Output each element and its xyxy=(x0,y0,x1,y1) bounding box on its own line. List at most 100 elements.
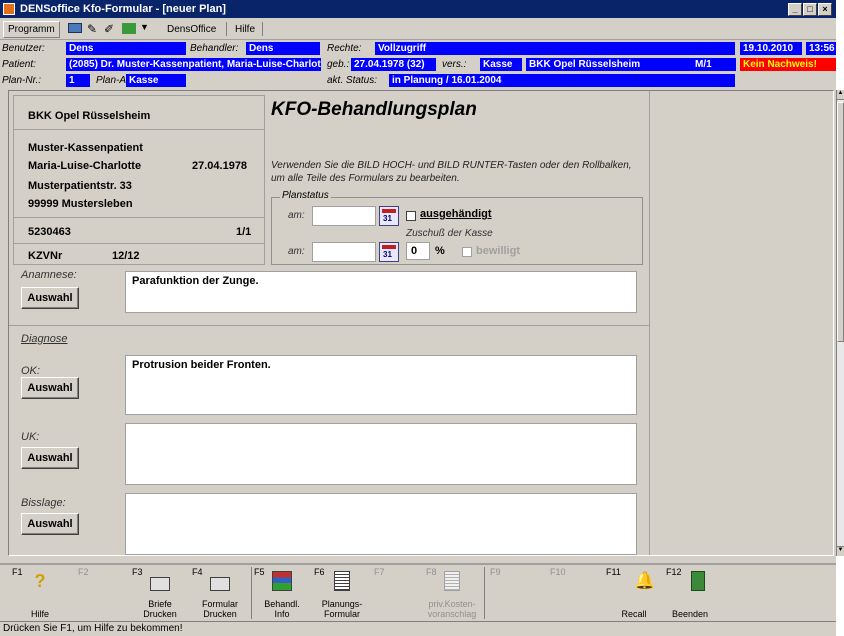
tools-icon[interactable]: ✎ xyxy=(87,22,97,36)
monitor-icon[interactable] xyxy=(68,23,82,33)
menu-densoffice[interactable]: DensOffice xyxy=(162,21,221,38)
f10-button[interactable]: F10 xyxy=(542,565,602,621)
scroll-up-arrow[interactable]: ▲ xyxy=(837,90,844,100)
bisslage-textarea[interactable] xyxy=(125,493,637,555)
edit-icon[interactable]: ✐ xyxy=(104,22,114,36)
bell-icon: 🔔 xyxy=(634,571,656,590)
behandler-value: Dens xyxy=(246,42,320,55)
close-button[interactable]: × xyxy=(818,3,832,16)
kasse-value: BKK Opel Rüsselsheim xyxy=(526,58,692,71)
vers-label: vers.: xyxy=(442,59,467,70)
fkey-separator xyxy=(484,567,485,619)
planstatus-label: Planstatus xyxy=(280,190,331,201)
f7-button[interactable]: F7 xyxy=(372,565,422,621)
exit-door-icon xyxy=(691,571,705,591)
benutzer-value: Dens xyxy=(66,42,186,55)
menu-programm[interactable]: Programm xyxy=(3,21,60,38)
f12-label: Beenden xyxy=(671,609,709,619)
card-city: 99999 Mustersleben xyxy=(28,198,133,210)
f5-behandl-info-button[interactable]: F5 Behandl. Info xyxy=(252,565,312,621)
right-pane-divider xyxy=(649,91,650,555)
ok-label: OK: xyxy=(21,365,40,377)
card-divider xyxy=(14,217,264,218)
card-nr: 5230463 xyxy=(28,226,71,238)
anamnese-auswahl-button[interactable]: Auswahl xyxy=(21,287,79,309)
benutzer-label: Benutzer: xyxy=(2,43,45,54)
bewilligt-checkbox[interactable] xyxy=(462,247,472,257)
document-icon xyxy=(444,571,460,591)
am1-date-input[interactable] xyxy=(312,206,376,226)
module-icon[interactable] xyxy=(122,23,136,34)
application-window: DENSoffice Kfo-Formular - [neuer Plan] _… xyxy=(0,0,836,636)
dropdown-arrow-icon[interactable]: ▼ xyxy=(140,22,149,32)
am2-label: am: xyxy=(288,246,305,257)
ausgehaendigt-checkbox[interactable] xyxy=(406,211,416,221)
behandler-label: Behandler: xyxy=(190,43,239,54)
scroll-thumb[interactable] xyxy=(837,102,844,342)
plan-hint: Verwenden Sie die BILD HOCH- und BILD RU… xyxy=(271,160,632,184)
bewilligt-label: bewilligt xyxy=(476,245,520,257)
zuschuss-percent-input[interactable]: 0 xyxy=(406,242,430,260)
form-area: BKK Opel Rüsselsheim Muster-Kassenpatien… xyxy=(8,90,834,556)
percent-sign: % xyxy=(435,245,445,257)
uk-auswahl-button[interactable]: Auswahl xyxy=(21,447,79,469)
geb-label: geb.: xyxy=(327,59,350,70)
info-row-1: Benutzer: Dens Behandler: Dens Rechte: V… xyxy=(0,42,836,56)
bisslage-auswahl-button[interactable]: Auswahl xyxy=(21,513,79,535)
f12-beenden-button[interactable]: F12 Beenden xyxy=(662,565,724,621)
f4-formular-drucken-button[interactable]: F4 Formular Drucken xyxy=(190,565,250,621)
f6-key: F6 xyxy=(314,567,325,577)
window-title: DENSoffice Kfo-Formular - [neuer Plan] xyxy=(20,3,226,15)
diagnose-label: Diagnose xyxy=(21,333,68,345)
plannr-label: Plan-Nr.: xyxy=(2,75,42,86)
info-row-3: Plan-Nr.: 1 Plan-Art: Kasse akt. Status:… xyxy=(0,74,836,88)
scroll-down-arrow[interactable]: ▼ xyxy=(837,546,844,556)
title-bar: DENSoffice Kfo-Formular - [neuer Plan] _… xyxy=(0,0,836,18)
mstatus-value: M/1 xyxy=(692,58,736,71)
zuschuss-label: Zuschuß der Kasse xyxy=(406,228,493,239)
card-divider xyxy=(14,243,264,244)
info-chart-icon xyxy=(272,571,292,591)
maximize-button[interactable]: □ xyxy=(803,3,817,16)
app-icon xyxy=(3,3,15,15)
anamnese-label: Anamnese: xyxy=(21,269,77,281)
f2-button[interactable]: F2 xyxy=(70,565,130,621)
info-row-2: Patient: (2085) Dr. Muster-Kassenpatient… xyxy=(0,58,836,72)
minimize-button[interactable]: _ xyxy=(788,3,802,16)
printer-icon xyxy=(150,577,170,591)
card-kzv-label: KZVNr xyxy=(28,250,63,262)
ok-auswahl-button[interactable]: Auswahl xyxy=(21,377,79,399)
f4-label: Formular Drucken xyxy=(201,599,238,619)
printer-icon xyxy=(210,577,230,591)
calendar-icon[interactable] xyxy=(379,206,399,226)
patient-label: Patient: xyxy=(2,59,36,70)
card-nr-right: 1/1 xyxy=(236,226,252,238)
status-bar: Drücken Sie F1, um Hilfe zu bekommen! xyxy=(0,621,836,636)
f1-hilfe-button[interactable]: F1 ? Hilfe xyxy=(10,565,70,621)
menu-separator xyxy=(226,22,227,36)
f6-planungs-formular-button[interactable]: F6 Planungs-Formular xyxy=(312,565,372,621)
ok-textarea[interactable]: Protrusion beider Fronten. xyxy=(125,355,637,415)
f9-button[interactable]: F9 xyxy=(486,565,542,621)
geb-value: 27.04.1978 (32) xyxy=(351,58,436,71)
nachweis-value: Kein Nachweis! xyxy=(740,58,836,71)
f3-label: Briefe Drucken xyxy=(143,599,177,619)
section-divider xyxy=(9,325,649,326)
menu-hilfe[interactable]: Hilfe xyxy=(230,21,260,38)
anamnese-textarea[interactable]: Parafunktion der Zunge. xyxy=(125,271,637,313)
card-kasse: BKK Opel Rüsselsheim xyxy=(28,110,151,122)
uk-textarea[interactable] xyxy=(125,423,637,485)
f9-key: F9 xyxy=(490,567,501,577)
f11-recall-button[interactable]: F11 🔔 Recall xyxy=(602,565,662,621)
f7-key: F7 xyxy=(374,567,385,577)
card-kzv: 12/12 xyxy=(112,250,140,262)
vertical-scrollbar[interactable]: ▲ ▼ xyxy=(836,90,844,556)
am2-date-input[interactable] xyxy=(312,242,376,262)
f2-key: F2 xyxy=(78,567,89,577)
f12-key: F12 xyxy=(666,567,682,577)
f8-kostenvoranschlag-button[interactable]: F8 priv.Kosten-voranschlag xyxy=(422,565,482,621)
calendar-icon[interactable] xyxy=(379,242,399,262)
f3-briefe-drucken-button[interactable]: F3 Briefe Drucken xyxy=(130,565,190,621)
f1-key: F1 xyxy=(12,567,23,577)
date-value: 19.10.2010 xyxy=(740,42,802,55)
